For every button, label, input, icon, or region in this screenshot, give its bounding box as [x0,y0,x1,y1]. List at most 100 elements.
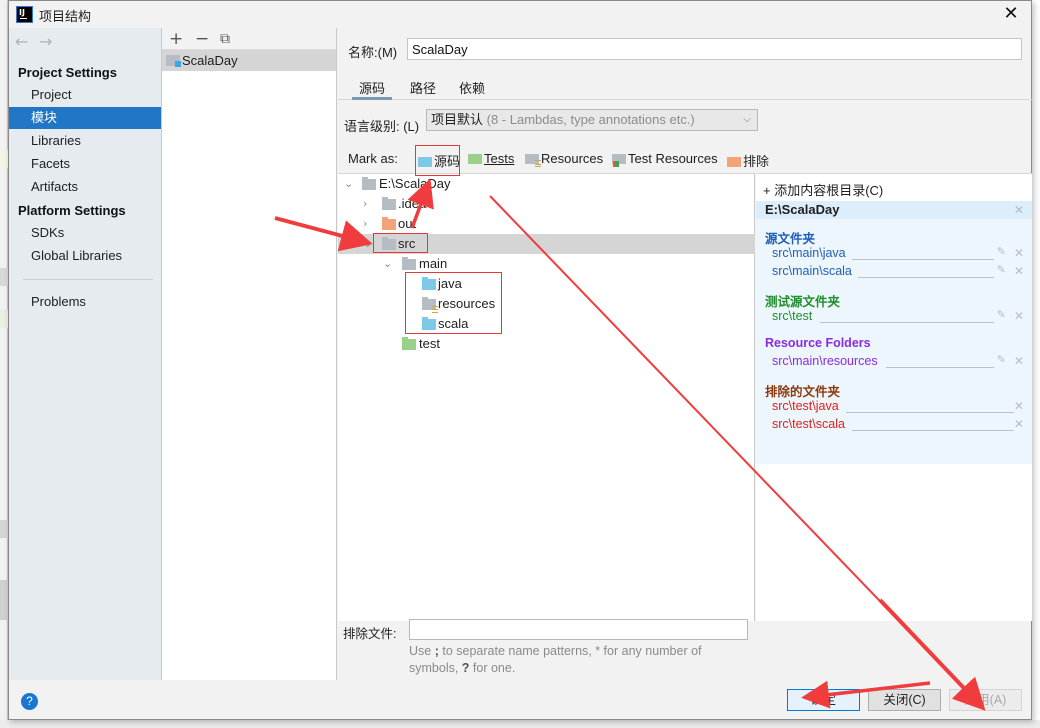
source-folder-entry[interactable]: src\main\scala [772,264,852,278]
sidebar-item-global-libraries[interactable]: Global Libraries [9,245,161,267]
mark-as-test-resources-button[interactable]: Test Resources [612,151,718,167]
mark-as-sources-button[interactable]: 源码 [418,151,460,170]
title-bar: IJ 项目结构 ✕ [9,1,1031,28]
tree-row-root[interactable]: ⌄ E:\ScalaDay [338,174,755,194]
sidebar-item-project[interactable]: Project [9,84,161,106]
excluded-folder-entry[interactable]: src\test\java [772,399,839,413]
mark-as-bar: Mark as: 源码 Tests Resources Test Resourc… [348,151,778,170]
sidebar-item-libraries[interactable]: Libraries [9,130,161,152]
tree-row-label: E:\ScalaDay [379,176,451,191]
remove-module-button[interactable]: − [195,28,209,50]
test-folder-icon [402,337,416,350]
test-folder-entry[interactable]: src\test [772,309,812,323]
back-arrow-icon[interactable]: ← [15,32,39,51]
settings-sidebar: ← → Project Settings Project 模块 Libraries… [9,28,162,680]
sources-folder-icon [418,157,432,167]
chevron-down-icon[interactable]: ⌄ [383,254,392,274]
remove-entry-icon[interactable]: ✕ [1014,246,1024,260]
remove-entry-icon[interactable]: ✕ [1014,264,1024,278]
module-item-scaladay[interactable]: ScalaDay [162,50,336,71]
chevron-down-icon[interactable]: ⌄ [363,234,372,254]
background-fragment [0,150,8,168]
sidebar-item-problems[interactable]: Problems [9,291,161,313]
add-module-button[interactable]: + [169,28,183,50]
tree-row-src[interactable]: ⌄ src [338,234,755,254]
source-folder-icon [422,277,436,290]
resource-folders-heading: Resource Folders [765,336,871,350]
module-name-input[interactable] [407,38,1022,60]
project-structure-dialog: IJ 项目结构 ✕ ← → Project Settings Project 模块… [8,0,1032,720]
chevron-down-icon: ⌵ [743,114,751,125]
resources-folder-icon [525,154,541,167]
content-root-card: E:\ScalaDay ✕ 源文件夹 src\main\java ✎ ✕ src… [756,201,1032,464]
excluded-folder-icon [382,217,396,230]
remove-root-icon[interactable]: ✕ [1014,201,1024,219]
edit-pencil-icon[interactable]: ✎ [997,263,1006,276]
remove-entry-icon[interactable]: ✕ [1014,417,1024,431]
forward-arrow-icon[interactable]: → [39,32,63,51]
help-text: for one. [469,661,516,675]
sidebar-item-modules[interactable]: 模块 [9,107,161,129]
mark-as-excluded-button[interactable]: 排除 [727,151,769,170]
tree-row-label: test [419,336,440,351]
folder-icon [402,257,416,270]
help-text: to separate name patterns, * for any num… [409,644,702,675]
edit-pencil-icon[interactable]: ✎ [997,353,1006,366]
test-source-folders-heading: 测试源文件夹 [765,295,841,309]
mark-as-excluded-label: 排除 [743,154,770,169]
module-folder-icon [166,55,181,67]
tree-row-main[interactable]: ⌄ main [338,254,755,274]
window-title: 项目结构 [39,9,92,24]
close-button[interactable]: 关闭(C) [868,689,941,711]
remove-entry-icon[interactable]: ✕ [1014,309,1024,323]
source-folders-heading: 源文件夹 [765,232,816,246]
tree-row-label: out [398,216,417,231]
tree-row-out[interactable]: › out [338,214,755,234]
tree-row-test[interactable]: test [338,334,755,354]
tree-row-resources[interactable]: resources [338,294,755,314]
remove-entry-icon[interactable]: ✕ [1014,354,1024,368]
tab-paths[interactable]: 路径 [410,78,436,100]
add-content-root-button[interactable]: + 添加内容根目录(C) [763,180,883,199]
sidebar-item-facets[interactable]: Facets [9,153,161,175]
entry-underline [846,412,1014,413]
resource-folder-entry[interactable]: src\main\resources [772,354,878,368]
mark-as-resources-button[interactable]: Resources [525,151,603,167]
tab-dependencies[interactable]: 依赖 [459,78,485,100]
exclude-files-input[interactable] [409,619,748,640]
background-fragment [0,580,8,620]
source-folder-entry[interactable]: src\main\java [772,246,846,260]
folder-icon [362,177,376,190]
help-icon[interactable]: ? [21,693,38,710]
mark-as-label: Mark as: [348,151,398,166]
content-root-tree: ⌄ E:\ScalaDay › .idea › out ⌄ src ⌄ main… [338,173,755,621]
excluded-folder-icon [727,157,741,167]
edit-pencil-icon[interactable]: ✎ [997,308,1006,321]
tree-row-idea[interactable]: › .idea [338,194,755,214]
module-toolbar: + − ⧉ [162,28,336,50]
language-level-select[interactable]: 项目默认 (8 - Lambdas, type annotations etc.… [426,109,758,131]
sidebar-item-artifacts[interactable]: Artifacts [9,176,161,198]
module-item-label: ScalaDay [182,53,238,68]
background-status-bar [0,720,1040,728]
platform-settings-heading: Platform Settings [18,203,126,218]
mark-as-tests-button[interactable]: Tests [468,151,514,166]
ok-button[interactable]: 确定 [787,689,860,711]
tab-sources[interactable]: 源码 [352,78,392,100]
language-level-hint: (8 - Lambdas, type annotations etc.) [486,112,695,127]
chevron-down-icon[interactable]: ⌄ [344,174,353,194]
tree-row-java[interactable]: java [338,274,755,294]
module-settings-panel: 名称:(M) 源码 路径 依赖 语言级别: (L) 项目默认 (8 - Lamb… [338,28,1032,680]
chevron-right-icon[interactable]: › [363,214,367,234]
project-settings-heading: Project Settings [18,65,117,80]
copy-module-button[interactable]: ⧉ [220,28,230,50]
remove-entry-icon[interactable]: ✕ [1014,399,1024,413]
tree-row-label: scala [438,316,469,331]
close-icon[interactable]: ✕ [1001,4,1021,24]
excluded-folder-entry[interactable]: src\test\scala [772,417,845,431]
edit-pencil-icon[interactable]: ✎ [997,245,1006,258]
tree-row-scala[interactable]: scala [338,314,755,334]
apply-button[interactable]: 应用(A) [949,689,1022,711]
sidebar-item-sdks[interactable]: SDKs [9,222,161,244]
chevron-right-icon[interactable]: › [363,194,367,214]
